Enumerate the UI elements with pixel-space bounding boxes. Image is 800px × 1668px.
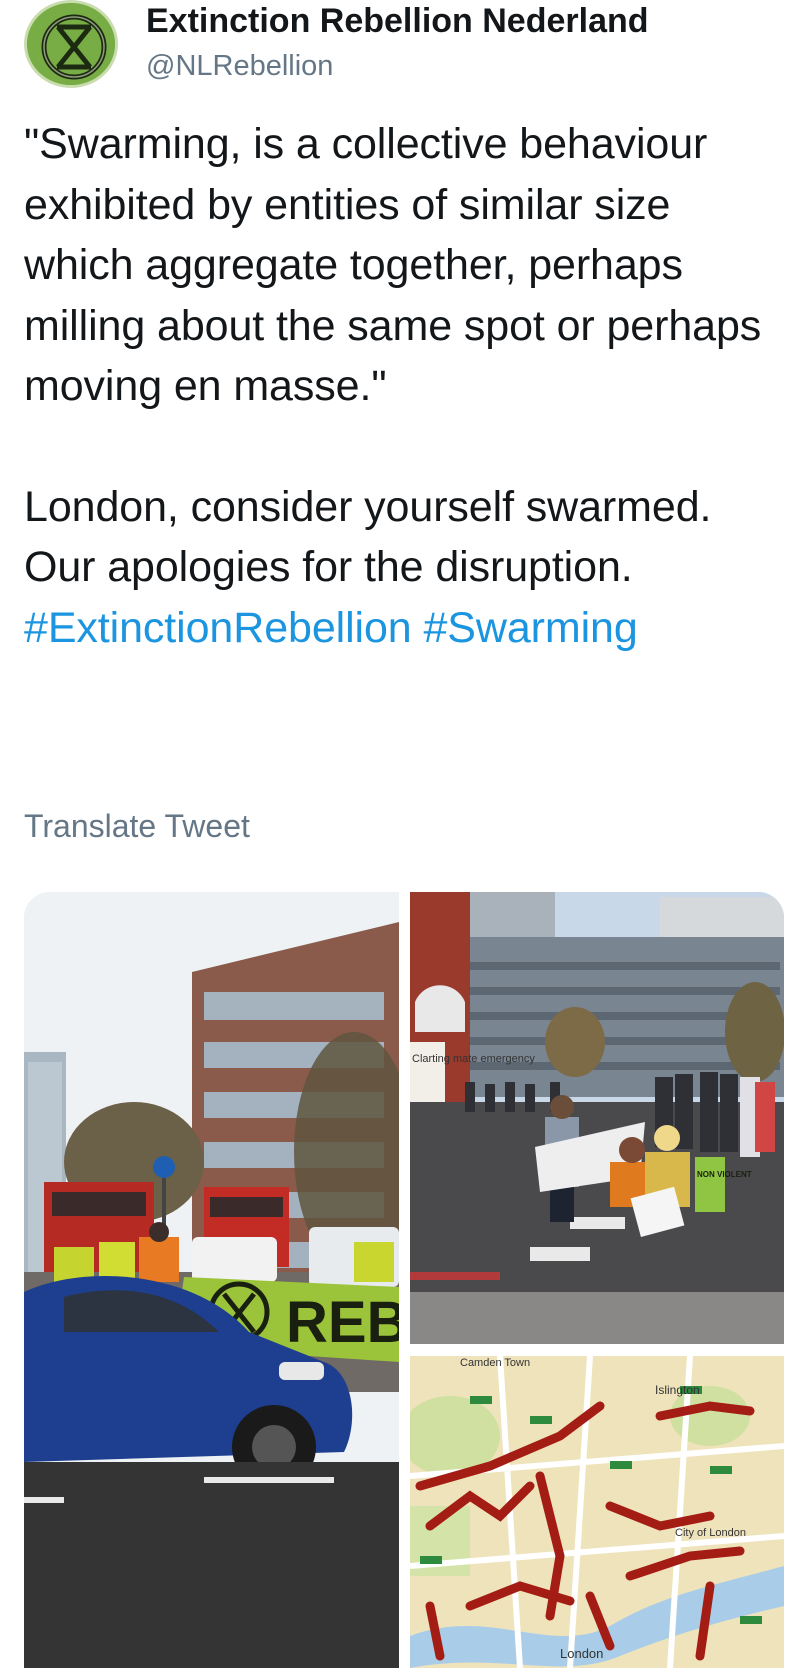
map-label-camden: Camden Town [460,1357,530,1369]
photo-traffic-map[interactable]: Camden Town Islington City of London Lon… [410,1356,784,1668]
tweet: Extinction Rebellion Nederland @NLRebell… [0,0,800,1668]
photo-street-protest[interactable]: REB [24,892,399,1668]
photo-crosswalk-protest[interactable]: Clarting mate emergency NON VIOLENT [410,892,784,1344]
sign-text: NON VIOLENT [697,1170,752,1179]
poster-text: Clarting mate emergency [412,1053,535,1065]
tweet-paragraph-message: London, consider yourself swarmed. Our a… [24,477,786,659]
hashtag-link-extinctionrebellion[interactable]: #ExtinctionRebellion [24,604,412,652]
user-handle[interactable]: @NLRebellion [146,50,333,83]
translate-tweet-link[interactable]: Translate Tweet [24,808,250,845]
tweet-paragraph-text: London, consider yourself swarmed. Our a… [24,482,712,592]
media-grid: REB Clarting mate emergency NON VIOLENT … [24,892,784,1668]
display-name[interactable]: Extinction Rebellion Nederland [146,2,649,41]
banner-text: REB [286,1290,399,1355]
tweet-text: "Swarming, is a collective behaviour exh… [24,114,786,658]
map-label-islington: Islington [655,1383,700,1397]
profile-avatar[interactable] [24,0,118,88]
tweet-paragraph-quote: "Swarming, is a collective behaviour exh… [24,120,762,410]
map-label-london: London [560,1646,603,1661]
extinction-symbol-icon [27,3,115,85]
hashtag-link-swarming[interactable]: #Swarming [423,604,637,652]
map-label-city: City of London [675,1527,746,1539]
